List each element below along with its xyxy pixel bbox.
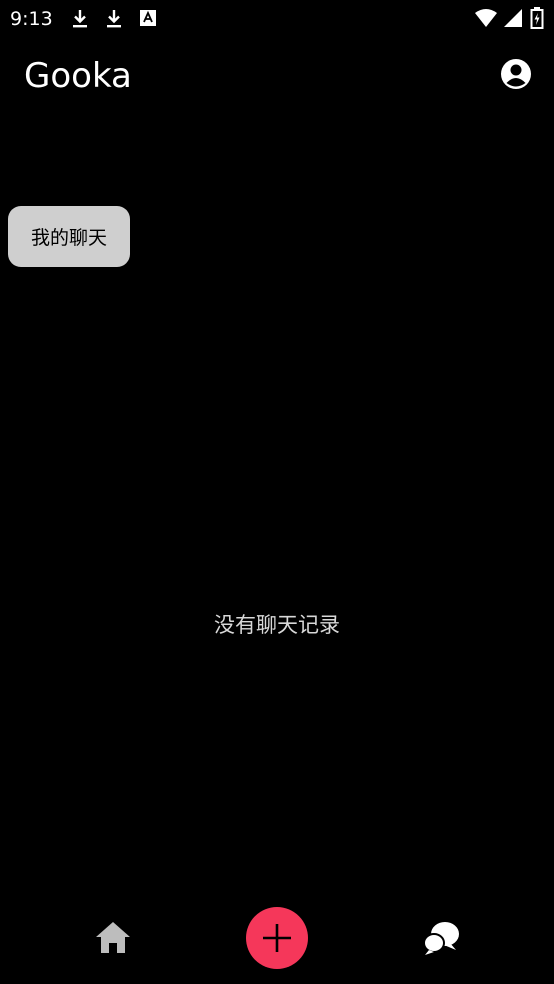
app-title: Gooka [24, 56, 132, 96]
nav-chats-button[interactable] [420, 916, 464, 960]
plus-icon [263, 924, 291, 952]
wifi-icon [475, 9, 497, 27]
account-circle-icon [501, 59, 531, 89]
my-chats-chip-label: 我的聊天 [30, 227, 107, 249]
signal-icon [504, 9, 522, 27]
battery-charging-icon [530, 7, 544, 29]
chat-bubbles-icon [423, 922, 459, 955]
account-button[interactable] [498, 57, 534, 93]
my-chats-chip[interactable]: 我的聊天 [8, 206, 130, 267]
empty-chats-message: 没有聊天记录 [214, 613, 340, 637]
download-icon [73, 10, 87, 28]
home-icon [96, 922, 130, 953]
font-a-icon [140, 10, 156, 26]
status-time: 9:13 [10, 8, 53, 30]
download-icon [107, 10, 121, 28]
status-bar: 9:13 [0, 0, 554, 38]
new-chat-fab[interactable] [246, 907, 308, 969]
nav-home-button[interactable] [92, 917, 134, 959]
